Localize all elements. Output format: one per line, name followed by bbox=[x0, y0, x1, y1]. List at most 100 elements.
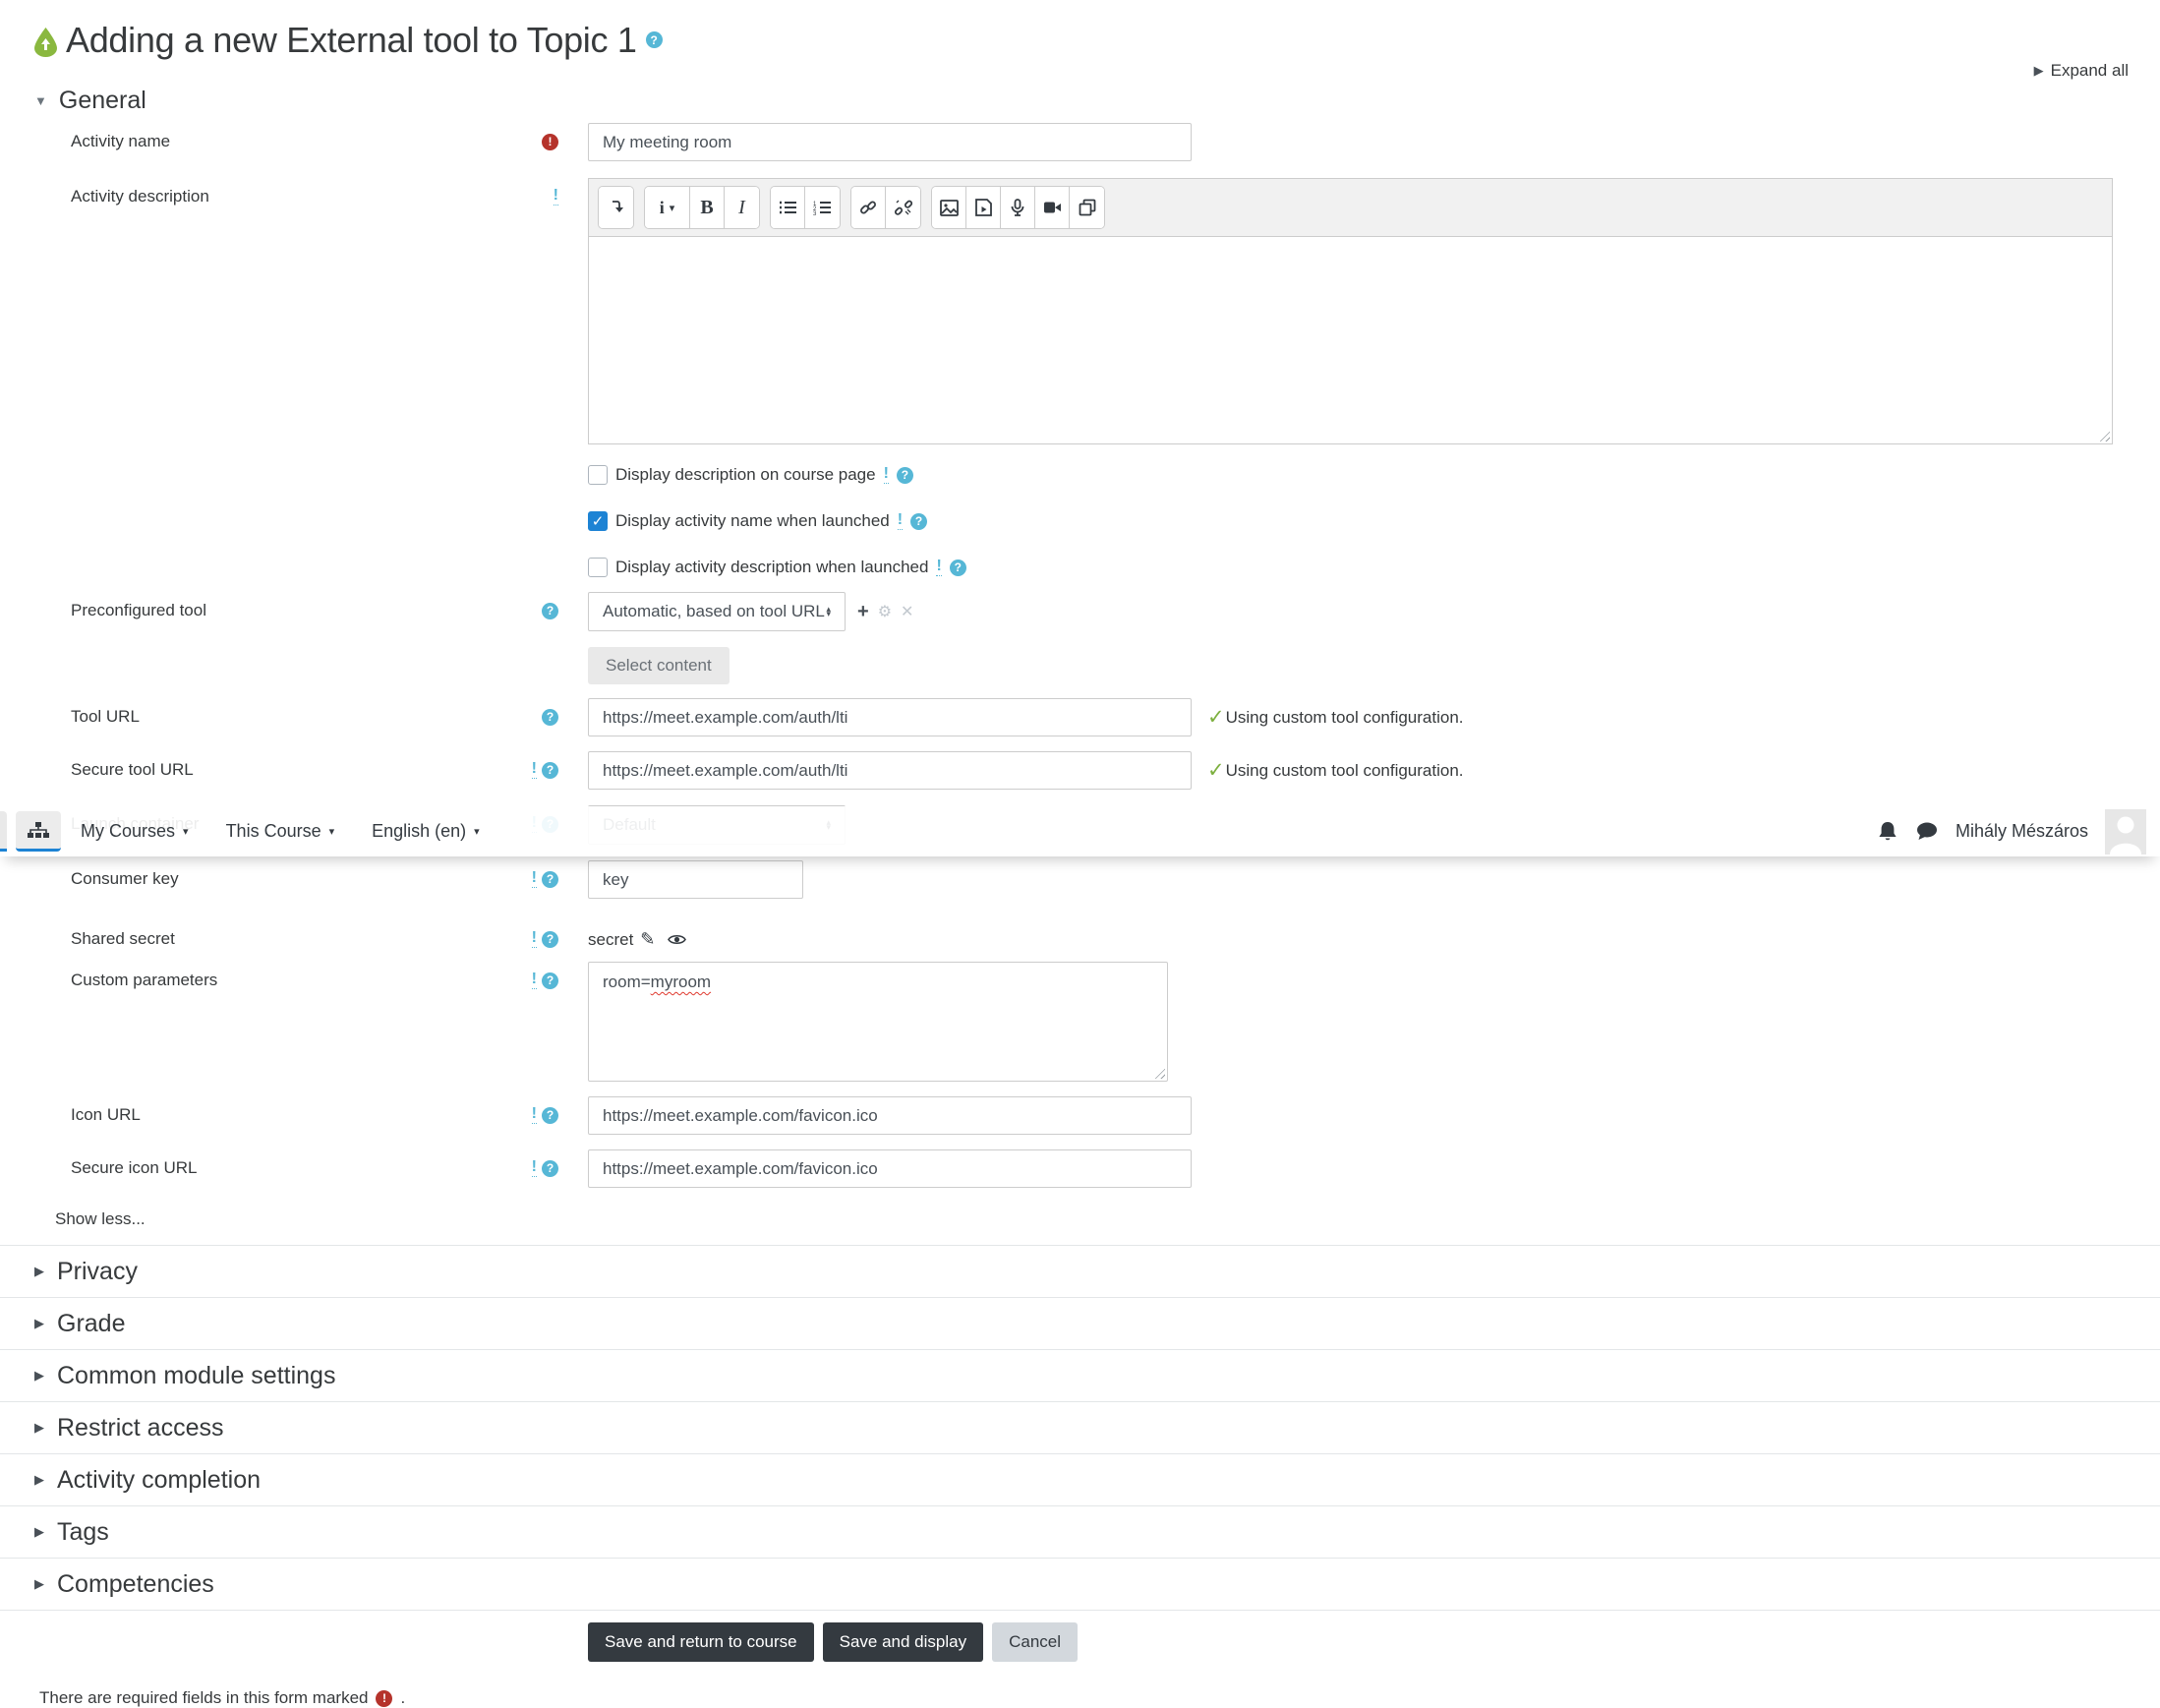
image-icon[interactable] bbox=[932, 187, 966, 228]
help-icon[interactable]: ? bbox=[542, 602, 558, 619]
chevron-right-icon: ▶ bbox=[34, 1420, 44, 1435]
resize-handle[interactable] bbox=[2097, 429, 2110, 442]
help-icon[interactable]: ? bbox=[542, 708, 558, 726]
chevron-right-icon: ▶ bbox=[34, 1316, 44, 1330]
select-content-button: Select content bbox=[588, 647, 730, 684]
tool-url-input[interactable] bbox=[588, 698, 1192, 736]
record-video-icon[interactable] bbox=[1035, 187, 1070, 228]
help-icon[interactable]: ? bbox=[542, 761, 558, 779]
help-icon[interactable]: ? bbox=[896, 466, 913, 484]
checkbox-row: Display description on course page ! ? bbox=[588, 465, 2160, 485]
show-less-link[interactable]: Show less... bbox=[55, 1209, 183, 1229]
custom-parameters-textarea[interactable]: room=myroom bbox=[588, 962, 1168, 1082]
section-header-activity-completion[interactable]: ▶ Activity completion bbox=[0, 1454, 2160, 1506]
edit-pencil-icon[interactable]: ✎ bbox=[640, 929, 655, 950]
warning-icon[interactable]: ! bbox=[936, 559, 942, 576]
help-icon[interactable]: ? bbox=[949, 559, 966, 576]
preconfigured-tool-label: Preconfigured tool bbox=[71, 601, 206, 619]
help-icon[interactable]: ? bbox=[542, 1106, 558, 1124]
checkbox-row: ✓ Display activity name when launched ! … bbox=[588, 511, 2160, 531]
icon-url-label: Icon URL bbox=[71, 1105, 141, 1124]
checkbox-row: Display activity description when launch… bbox=[588, 558, 2160, 577]
bold-icon[interactable]: B bbox=[690, 187, 725, 228]
row-shared-secret: Shared secret ! ? secret ✎ bbox=[0, 920, 2160, 950]
misspelled-word: myroom bbox=[650, 972, 712, 991]
show-secret-eye-icon[interactable] bbox=[668, 933, 687, 946]
italic-icon[interactable]: I bbox=[725, 187, 759, 228]
unlink-icon[interactable] bbox=[886, 187, 920, 228]
expand-toolbar-icon[interactable] bbox=[599, 187, 633, 228]
record-audio-icon[interactable] bbox=[1001, 187, 1035, 228]
nav-my-courses[interactable]: My Courses ▾ bbox=[81, 821, 189, 842]
messages-chat-icon[interactable] bbox=[1915, 821, 1939, 842]
editor-textarea[interactable] bbox=[589, 237, 2112, 443]
shared-secret-label: Shared secret bbox=[71, 929, 175, 948]
display-description-checkbox[interactable] bbox=[588, 465, 608, 485]
manage-files-icon[interactable] bbox=[1070, 187, 1104, 228]
nav-edge-tab bbox=[0, 811, 7, 852]
expand-all-link[interactable]: ▶ Expand all bbox=[2034, 61, 2129, 81]
save-and-return-button[interactable]: Save and return to course bbox=[588, 1622, 814, 1662]
display-activity-description-checkbox[interactable] bbox=[588, 558, 608, 577]
display-activity-name-checkbox[interactable]: ✓ bbox=[588, 511, 608, 531]
section-header-common-module-settings[interactable]: ▶ Common module settings bbox=[0, 1350, 2160, 1402]
help-icon[interactable]: ? bbox=[645, 31, 663, 48]
secure-icon-url-input[interactable] bbox=[588, 1149, 1192, 1188]
section-header-competencies[interactable]: ▶ Competencies bbox=[0, 1559, 2160, 1611]
secure-icon-url-label: Secure icon URL bbox=[71, 1158, 198, 1177]
display-options: Display description on course page ! ? ✓… bbox=[588, 465, 2160, 577]
consumer-key-input[interactable] bbox=[588, 860, 803, 899]
collapsed-sections: ▶ Privacy ▶ Grade ▶ Common module settin… bbox=[0, 1245, 2160, 1611]
nav-this-course[interactable]: This Course ▾ bbox=[226, 821, 335, 842]
link-icon[interactable] bbox=[851, 187, 886, 228]
warning-icon[interactable]: ! bbox=[531, 1159, 537, 1177]
notifications-bell-icon[interactable] bbox=[1877, 820, 1898, 844]
external-tool-activity-icon bbox=[34, 28, 57, 57]
cancel-button[interactable]: Cancel bbox=[992, 1622, 1079, 1662]
warning-icon[interactable]: ! bbox=[531, 972, 537, 989]
help-icon[interactable]: ? bbox=[910, 512, 928, 530]
help-icon[interactable]: ? bbox=[542, 1159, 558, 1177]
add-tool-icon[interactable]: + bbox=[857, 601, 869, 623]
warning-icon[interactable]: ! bbox=[883, 466, 889, 484]
section-header-general[interactable]: ▼ General bbox=[34, 87, 2160, 115]
media-icon[interactable] bbox=[966, 187, 1001, 228]
warning-icon[interactable]: ! bbox=[531, 761, 537, 779]
help-icon[interactable]: ? bbox=[542, 930, 558, 948]
unordered-list-icon[interactable] bbox=[771, 187, 805, 228]
chevron-right-icon: ▶ bbox=[34, 1264, 44, 1278]
preconfigured-tool-select[interactable]: Automatic, based on tool URL ▴ ▾ bbox=[588, 592, 846, 631]
section-header-grade[interactable]: ▶ Grade bbox=[0, 1298, 2160, 1350]
required-icon: ! bbox=[376, 1689, 393, 1707]
ordered-list-icon[interactable]: 123 bbox=[805, 187, 840, 228]
section-header-privacy[interactable]: ▶ Privacy bbox=[0, 1246, 2160, 1298]
help-icon[interactable]: ? bbox=[542, 870, 558, 888]
save-and-display-button[interactable]: Save and display bbox=[822, 1622, 984, 1662]
warning-icon[interactable]: ! bbox=[531, 870, 537, 888]
section-header-restrict-access[interactable]: ▶ Restrict access bbox=[0, 1402, 2160, 1454]
icon-url-input[interactable] bbox=[588, 1096, 1192, 1135]
warning-icon[interactable]: ! bbox=[897, 512, 904, 530]
help-icon[interactable]: ? bbox=[542, 972, 558, 989]
activity-description-label: Activity description bbox=[71, 187, 209, 206]
chevron-down-icon: ▼ bbox=[34, 93, 47, 108]
section-header-tags[interactable]: ▶ Tags bbox=[0, 1506, 2160, 1559]
warning-icon[interactable]: ! bbox=[553, 188, 558, 206]
activity-name-label: Activity name bbox=[71, 132, 171, 150]
nav-language[interactable]: English (en) ▾ bbox=[372, 821, 480, 842]
warning-icon[interactable]: ! bbox=[531, 930, 537, 948]
user-name[interactable]: Mihály Mészáros bbox=[1956, 821, 2088, 842]
caret-down-icon: ▾ bbox=[328, 826, 335, 838]
warning-icon[interactable]: ! bbox=[531, 1106, 537, 1124]
paragraph-style-icon[interactable]: i ▾ bbox=[645, 187, 690, 228]
activity-name-input[interactable] bbox=[588, 123, 1192, 161]
check-icon: ✓ bbox=[1207, 706, 1225, 729]
chevron-right-icon: ▶ bbox=[34, 1368, 44, 1383]
secure-tool-url-input[interactable] bbox=[588, 751, 1192, 790]
consumer-key-label: Consumer key bbox=[71, 869, 179, 888]
row-activity-name: Activity name ! bbox=[0, 123, 2160, 161]
page-title: Adding a new External tool to Topic 1 bbox=[66, 20, 637, 60]
sitemap-icon[interactable] bbox=[16, 811, 61, 852]
avatar[interactable] bbox=[2105, 808, 2146, 854]
resize-handle[interactable] bbox=[1152, 1066, 1165, 1079]
